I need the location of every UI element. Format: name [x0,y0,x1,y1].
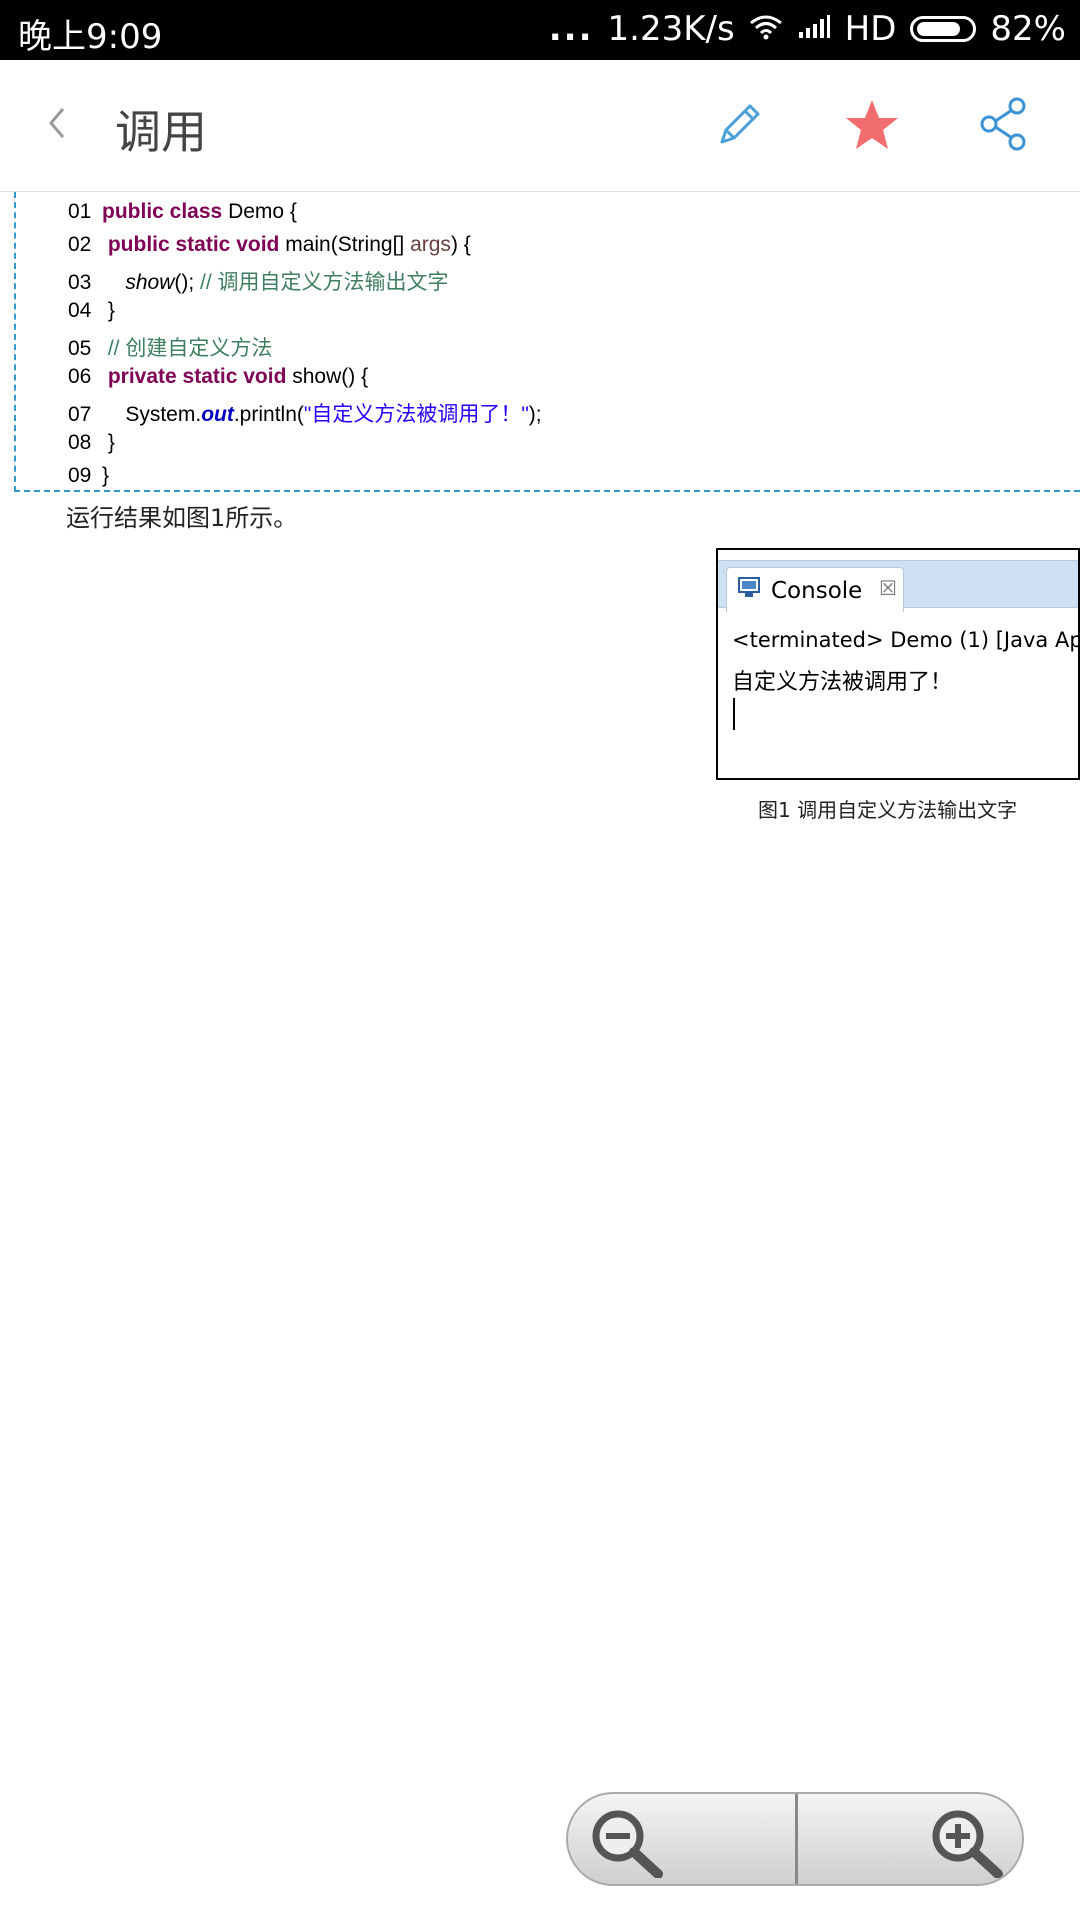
code-token: ); [528,403,542,426]
zoom-in-icon [932,1810,1003,1878]
network-type: HD [844,9,897,49]
line-number: 04 [68,299,92,322]
code-block: 01 public class Demo { 02 public static vo… [14,192,1080,492]
code-token: show [125,271,175,294]
line-number: 03 [68,271,92,294]
toolbar: 调用 [0,60,1080,192]
line-number: 08 [68,431,92,454]
code-token: show() { [292,365,369,388]
console-output: 自定义方法被调用了！ [732,670,953,695]
code-line: 05 // 创建自定义方法 [68,332,272,362]
console-figure: Console ☒ <terminated> Demo (1) [Java Ap… [716,548,1080,780]
code-token: .println( [233,403,304,426]
code-line: 06 private static void show() { [68,365,368,389]
wifi-icon [749,9,783,49]
chevron-left-icon[interactable] [45,105,69,145]
console-tab: Console ☒ [726,567,904,612]
code-token: public static void [102,233,286,256]
code-line: 09} [68,464,109,488]
code-line: 08 } [68,431,115,455]
network-speed: 1.23K/s [607,9,735,49]
signal-dots: ... [548,9,594,49]
zoom-out-icon [592,1810,663,1878]
console-terminated-line: <terminated> Demo (1) [Java Ap [732,628,1080,652]
code-token: } [102,431,115,454]
line-number: 07 [68,403,92,426]
code-token: args [410,233,451,256]
zoom-controls [566,1792,1024,1886]
signal-bars-icon [797,9,831,49]
status-bar: 晚上9:09 ... 1.23K/s HD 82% [0,0,1080,60]
monitor-icon [737,576,763,604]
code-token: (); [174,271,201,294]
page-title: 调用 [115,105,207,159]
battery-icon [910,16,977,42]
code-token: System. [102,403,202,426]
zoom-in-button[interactable] [798,1794,1022,1884]
code-token: } [102,299,115,322]
code-line: 03 show(); // 调用自定义方法输出文字 [68,266,449,296]
code-line: 02 public static void main(String[] args… [68,233,471,257]
code-token: private static void [102,365,293,388]
line-number: 05 [68,337,92,360]
line-number: 01 [68,200,92,223]
code-token: ) { [450,233,471,256]
status-right: ... 1.23K/s HD 82% [549,9,1066,49]
body-paragraph: 运行结果如图1所示。 [66,504,298,532]
code-token: "自定义方法被调用了！" [303,403,529,426]
zoom-out-button[interactable] [568,1794,795,1884]
code-line: 07 System.out.println("自定义方法被调用了！"); [68,398,542,428]
code-token: // 创建自定义方法 [107,337,273,360]
code-line: 01 public class Demo { [68,200,297,224]
code-line: 04 } [68,299,115,323]
battery-percent: 82% [990,9,1066,49]
code-token: public class [102,200,229,223]
code-token: Demo { [228,200,297,223]
figure-caption: 图1 调用自定义方法输出文字 [758,798,1018,822]
status-time: 晚上9:09 [18,17,163,57]
share-icon[interactable] [975,96,1031,156]
line-number: 09 [68,464,92,487]
text-caret [733,698,735,730]
line-number: 02 [68,233,92,256]
code-token: // 调用自定义方法输出文字 [200,271,449,294]
console-tab-bar: Console ☒ [718,560,1078,612]
pencil-icon[interactable] [712,96,768,156]
code-token: out [201,403,234,426]
console-tab-label: Console [771,578,863,604]
code-token: main(String[] [285,233,411,256]
code-token: } [102,464,110,487]
line-number: 06 [68,365,92,388]
star-icon[interactable] [842,96,902,160]
close-icon: ☒ [879,576,897,600]
